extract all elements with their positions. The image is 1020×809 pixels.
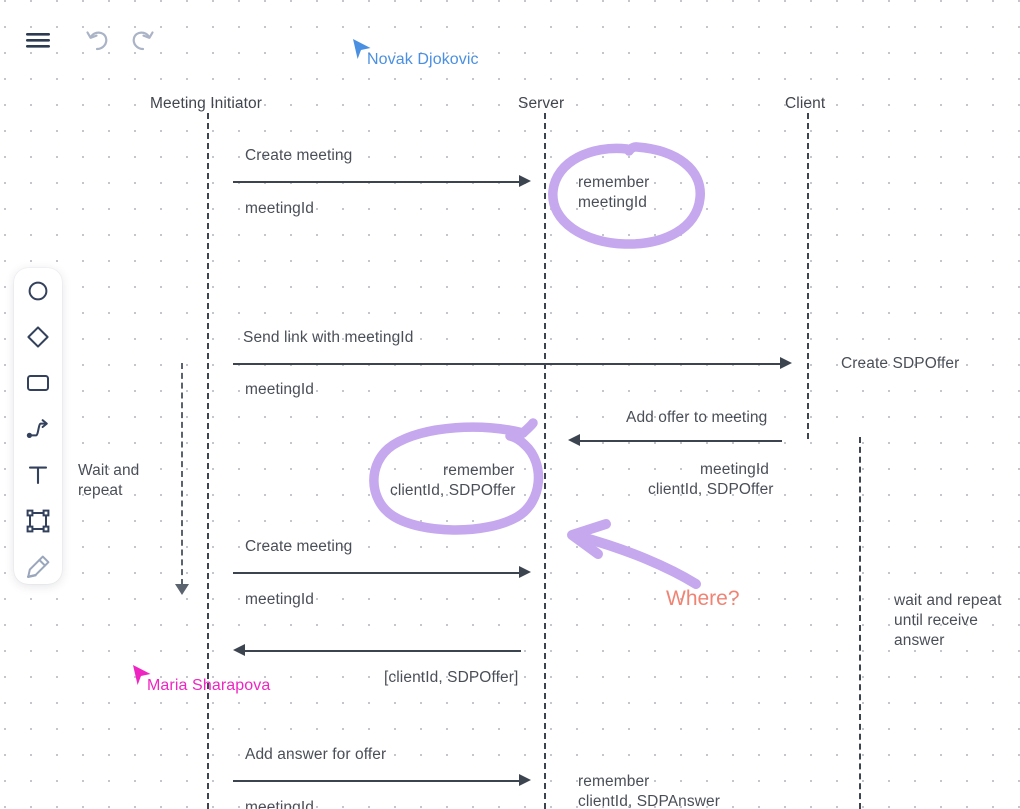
message-sublabel-meeting-id-1: meetingId (245, 200, 314, 217)
message-arrowhead-create-meeting-1 (519, 174, 531, 187)
ink-arrow-where[interactable] (560, 518, 705, 590)
note-wait-and-repeat-line2: repeat (78, 482, 123, 499)
top-toolbar (0, 0, 1020, 70)
note-wait-until-answer-line1: wait and repeat (894, 592, 1002, 609)
ink-ellipse-1-text-line1: remember (578, 174, 650, 191)
ellipse-tool[interactable] (14, 269, 62, 313)
text-t-icon (28, 466, 48, 485)
lifeline-client-upper[interactable] (807, 113, 809, 439)
circle-icon (28, 281, 48, 301)
lifeline-header-client: Client (785, 95, 826, 112)
ink-text-where[interactable]: Where? (666, 587, 740, 611)
lifeline-header-meeting-initiator: Meeting Initiator (150, 95, 262, 112)
hamburger-menu-icon[interactable] (18, 21, 58, 61)
message-arrowhead-add-answer-for-offer (519, 773, 531, 786)
lifeline-header-server: Server (518, 95, 565, 112)
message-label-add-answer-for-offer: Add answer for offer (245, 746, 387, 763)
wait-loop-dashed-line[interactable] (181, 363, 183, 585)
message-label-create-meeting-1: Create meeting (245, 147, 353, 164)
note-remember-client-sdpanswer-line1: remember (578, 773, 650, 790)
connector-tool[interactable] (14, 407, 62, 451)
message-arrow-add-answer-for-offer[interactable] (233, 780, 521, 782)
message-label-add-offer-to-meeting: Add offer to meeting (626, 409, 768, 426)
message-arrow-create-meeting-2[interactable] (233, 572, 521, 574)
note-remember-client-sdpanswer-line2: clientId, SDPAnswer (578, 793, 721, 809)
ink-ellipse-2-text-line2: clientId, SDPOffer (390, 482, 516, 499)
undo-glyph (86, 31, 108, 51)
message-sublabel-client-sdpoffer: clientId, SDPOffer (648, 481, 774, 498)
wait-loop-arrowhead (175, 584, 189, 595)
text-tool[interactable] (14, 453, 62, 497)
lifeline-server[interactable] (544, 113, 546, 809)
message-label-client-sdpoffer-array: [clientId, SDPOffer] (384, 669, 519, 686)
message-arrow-client-sdpoffer[interactable] (245, 650, 521, 652)
cursor-label-maria-sharapova: Maria Sharapova (147, 677, 271, 694)
message-sublabel-meeting-id-2: meetingId (245, 381, 314, 398)
undo-icon[interactable] (78, 21, 118, 61)
ink-ellipse-2-text-line1: remember (443, 462, 515, 479)
tool-palette (14, 268, 62, 584)
rectangle-icon (27, 375, 49, 391)
ink-ellipse-1-text-line2: meetingId (578, 194, 647, 211)
rectangle-tool[interactable] (14, 361, 62, 405)
message-arrowhead-add-offer-to-meeting (568, 433, 580, 446)
diamond-tool[interactable] (14, 315, 62, 359)
message-sublabel-meeting-id-3: meetingId (245, 591, 314, 608)
diamond-icon (27, 326, 49, 348)
lifeline-client-activation[interactable] (859, 437, 861, 809)
message-arrow-send-link[interactable] (233, 363, 782, 365)
highlighter-tool[interactable] (14, 545, 62, 589)
lifeline-meeting-initiator[interactable] (207, 113, 209, 809)
redo-icon[interactable] (122, 21, 162, 61)
whiteboard-canvas[interactable]: Meeting Initiator Server Client Create m… (0, 0, 1020, 809)
message-arrow-create-meeting-1[interactable] (233, 181, 521, 183)
note-create-sdpoffer: Create SDPOffer (841, 355, 960, 372)
message-arrow-add-offer-to-meeting[interactable] (580, 440, 782, 442)
message-label-create-meeting-2: Create meeting (245, 538, 353, 555)
note-wait-and-repeat-line1: Wait and (78, 462, 140, 479)
message-sublabel-client-meeting-id: meetingId (700, 461, 769, 478)
message-arrowhead-client-sdpoffer (233, 643, 245, 656)
connector-arrow-icon (26, 419, 48, 438)
highlighter-pen-icon (27, 555, 50, 578)
note-wait-until-answer-line3: answer (894, 632, 945, 649)
frame-tool[interactable] (14, 499, 62, 543)
message-arrowhead-send-link (780, 356, 792, 369)
message-label-send-link: Send link with meetingId (243, 329, 414, 346)
hamburger-menu-glyph (26, 33, 50, 48)
redo-glyph (132, 31, 154, 51)
note-wait-until-answer-line2: until receive (894, 612, 979, 629)
frame-select-icon (26, 509, 50, 533)
message-arrowhead-create-meeting-2 (519, 565, 531, 578)
message-sublabel-meeting-id-4: meetingId (245, 799, 314, 809)
